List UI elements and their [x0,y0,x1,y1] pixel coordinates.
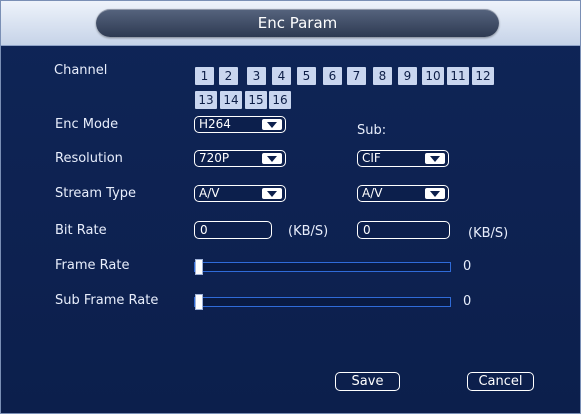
sub-label: Sub: [357,123,387,138]
channel-button-14[interactable]: 14 [220,91,242,109]
channel-button-8[interactable]: 8 [373,67,392,85]
channel-button-10[interactable]: 10 [422,67,444,85]
channel-button-12[interactable]: 12 [472,67,494,85]
sub-bit-rate-unit: (KB/S) [468,226,509,241]
sub-resolution-value: CIF [362,151,381,165]
stream-type-select[interactable]: A/V [194,185,286,202]
sub-stream-type-value: A/V [362,186,383,200]
channel-button-2[interactable]: 2 [219,67,238,85]
chevron-down-icon [262,119,282,130]
resolution-value: 720P [199,151,230,165]
sub-frame-rate-value: 0 [463,294,472,309]
dialog-title: Enc Param [96,9,499,37]
channel-button-11[interactable]: 11 [447,67,469,85]
sub-stream-type-select[interactable]: A/V [357,185,449,202]
channel-button-5[interactable]: 5 [297,67,316,85]
cancel-button[interactable]: Cancel [467,372,534,391]
bit-rate-label: Bit Rate [55,223,107,238]
channel-button-13[interactable]: 13 [195,91,217,109]
channel-button-4[interactable]: 4 [272,67,291,85]
channel-label: Channel [54,63,108,78]
stream-type-label: Stream Type [55,186,137,201]
resolution-select[interactable]: 720P [194,150,286,167]
frame-rate-label: Frame Rate [55,258,130,273]
sub-frame-rate-slider-handle[interactable] [195,294,203,310]
channel-button-6[interactable]: 6 [323,67,342,85]
stream-type-value: A/V [199,186,220,200]
channel-button-16[interactable]: 16 [269,91,291,109]
enc-mode-label: Enc Mode [55,117,119,132]
frame-rate-slider[interactable] [194,259,451,275]
channel-button-3[interactable]: 3 [247,67,266,85]
resolution-label: Resolution [55,151,123,166]
enc-param-dialog: Enc Param Channel 1 2 3 4 5 6 7 8 9 10 1… [0,0,581,414]
bit-rate-unit: (KB/S) [288,224,329,239]
channel-button-1[interactable]: 1 [195,67,214,85]
bit-rate-input[interactable]: 0 [194,221,272,239]
chevron-down-icon [425,188,445,199]
sub-frame-rate-label: Sub Frame Rate [55,293,159,308]
sub-bit-rate-input[interactable]: 0 [357,221,450,239]
channel-button-15[interactable]: 15 [245,91,267,109]
enc-mode-select[interactable]: H264 [194,116,286,133]
sub-frame-rate-slider[interactable] [194,294,451,310]
channel-button-7[interactable]: 7 [347,67,366,85]
sub-resolution-select[interactable]: CIF [357,150,449,167]
chevron-down-icon [262,188,282,199]
save-button[interactable]: Save [335,372,400,391]
frame-rate-slider-handle[interactable] [195,259,203,275]
chevron-down-icon [262,153,282,164]
frame-rate-value: 0 [463,259,472,274]
chevron-down-icon [425,153,445,164]
enc-mode-value: H264 [199,117,231,131]
title-bar: Enc Param [1,1,580,46]
channel-button-9[interactable]: 9 [398,67,417,85]
